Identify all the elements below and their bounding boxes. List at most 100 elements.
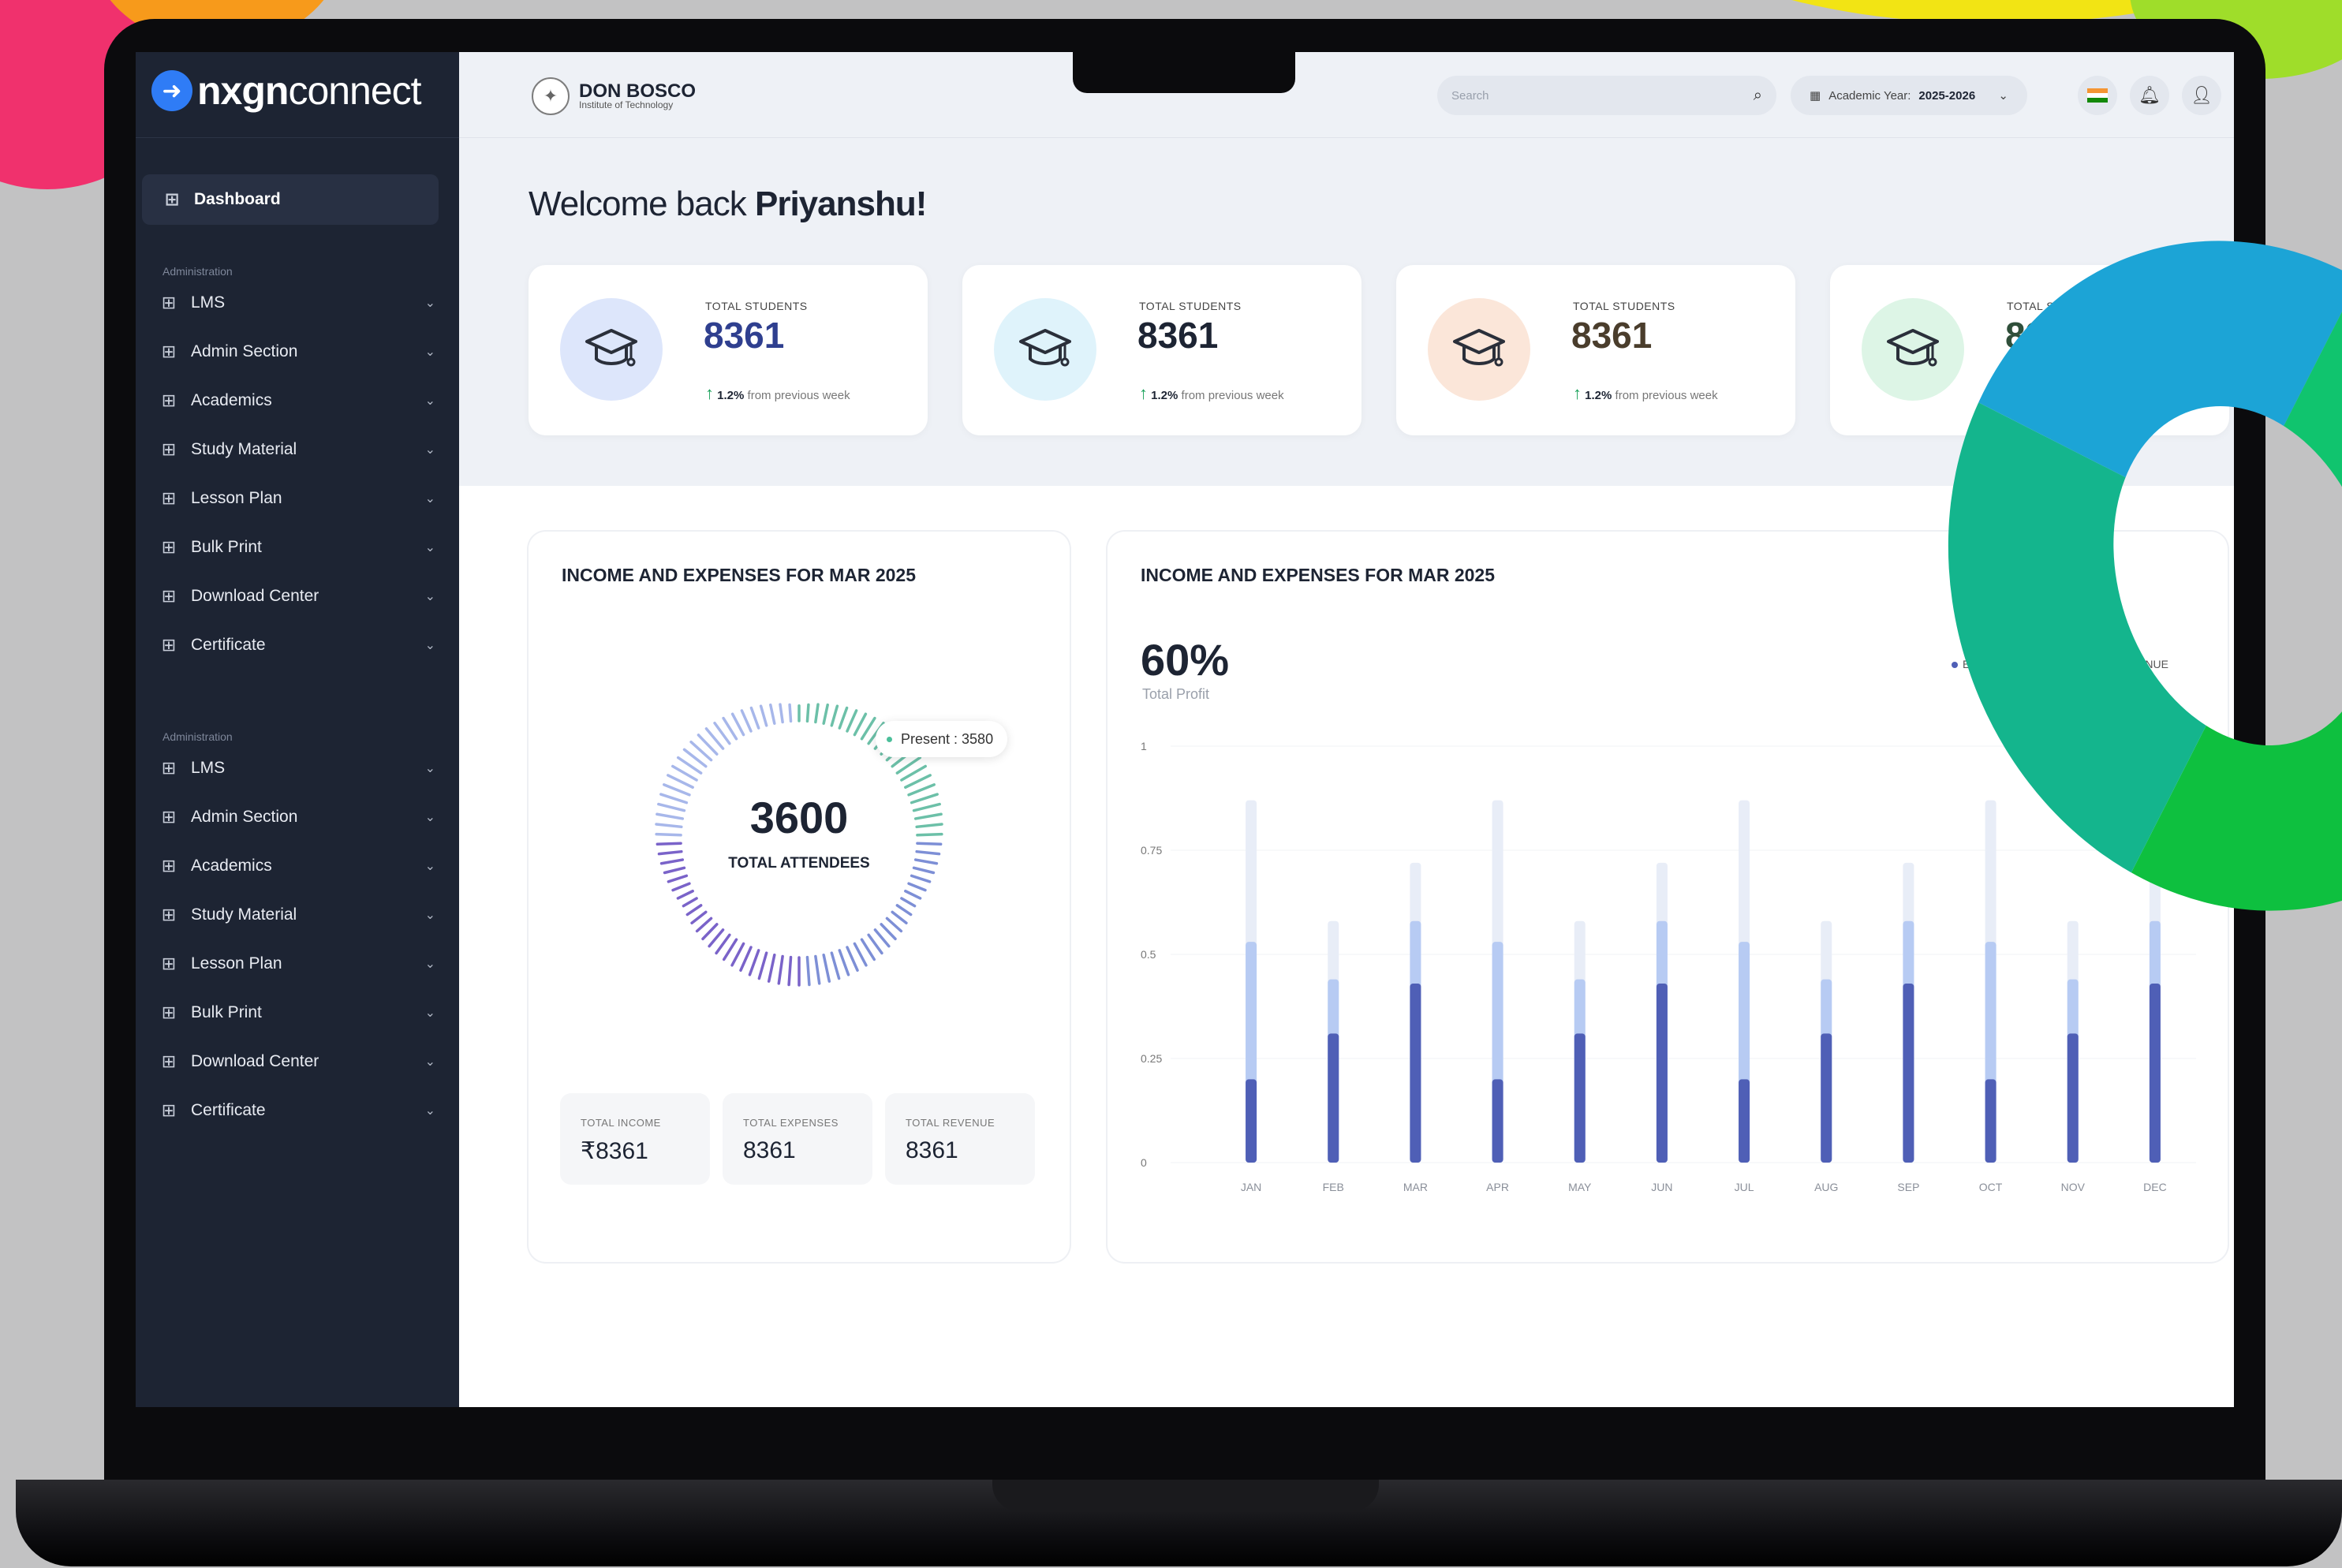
bar-segment-jun[interactable] [1656, 983, 1668, 1163]
gauge-tick [873, 928, 891, 948]
sidebar-item-study-material[interactable]: ⊞ Study Material ⌄ [159, 432, 435, 467]
graduation-cap-icon [994, 298, 1096, 401]
bar-segment-may[interactable] [1574, 1033, 1586, 1163]
notifications-button[interactable]: 🔔︎ [2130, 76, 2169, 115]
sidebar-item-download-center[interactable]: ⊞ Download Center ⌄ [159, 579, 435, 614]
summary-box: TOTAL EXPENSES 8361 [723, 1093, 872, 1185]
bar-segment-dec[interactable] [2149, 983, 2161, 1163]
gauge-tick [695, 917, 713, 933]
gauge-tick [891, 910, 908, 924]
sidebar-item-label: Bulk Print [191, 1003, 262, 1021]
gauge-tick [690, 910, 708, 924]
graduation-cap-icon [560, 298, 663, 401]
attendance-panel: INCOME AND EXPENSES FOR MAR 2025 3600 TO… [529, 532, 1070, 1262]
bar-segment-oct[interactable] [1985, 1079, 1996, 1163]
bar-segment-feb[interactable] [1328, 1033, 1339, 1163]
sidebar-item-academics[interactable]: ⊞ Academics ⌄ [159, 383, 435, 418]
gauge-tick [904, 890, 922, 900]
sidebar-item-dashboard[interactable]: ⊞ Dashboard [142, 174, 439, 225]
gauge-tick [814, 954, 821, 985]
chevron-down-icon: ⌄ [424, 811, 435, 824]
arrow-up-icon: ↑ [1573, 383, 1582, 403]
y-tick-label: 1 [1141, 740, 1147, 752]
x-tick-label: FEB [1323, 1181, 1344, 1193]
gauge-tick [895, 904, 913, 917]
gauge-tick [822, 703, 829, 726]
chevron-down-icon: ⌄ [1998, 89, 2008, 103]
stat-value: 8361 [704, 315, 785, 356]
sidebar-item-certificate[interactable]: ⊞ Certificate ⌄ [159, 628, 435, 663]
grid-icon: ⊞ [161, 758, 177, 778]
search-placeholder: Search [1451, 88, 1489, 103]
sidebar-item-study-material[interactable]: ⊞ Study Material ⌄ [159, 898, 435, 932]
stat-card-total-students[interactable]: TOTAL STUDENTS 8361 ↑ 1.2% from previous w… [962, 265, 1361, 435]
sidebar-item-certificate[interactable]: ⊞ Certificate ⌄ [159, 1093, 435, 1128]
bar-segment-aug[interactable] [1821, 1033, 1832, 1163]
sidebar-group-label: Administration [162, 730, 233, 743]
sidebar-item-label: Download Center [191, 1052, 319, 1070]
trend-percent: 1.2% [1151, 389, 1178, 402]
grid-icon: ⊞ [161, 1002, 177, 1022]
stat-trend: ↑ 1.2% from previous week [1139, 383, 1284, 404]
sidebar-item-lesson-plan[interactable]: ⊞ Lesson Plan ⌄ [159, 481, 435, 516]
institute-name: DON BOSCO [579, 80, 697, 102]
chevron-down-icon: ⌄ [424, 1055, 435, 1069]
sidebar-item-admin-section[interactable]: ⊞ Admin Section ⌄ [159, 800, 435, 834]
gauge-tick [853, 712, 868, 737]
stat-card-total-students[interactable]: TOTAL STUDENTS 8361 ↑ 1.2% from previous w… [529, 265, 928, 435]
app-logo[interactable]: ➜ nxgnconnect [151, 68, 422, 114]
sidebar-item-bulk-print[interactable]: ⊞ Bulk Print ⌄ [159, 530, 435, 565]
stat-label: TOTAL STUDENTS [1573, 300, 1675, 312]
x-tick-label: JUL [1735, 1181, 1754, 1193]
grid-icon: ⊞ [161, 537, 177, 557]
laptop-base-notch [992, 1480, 1379, 1511]
sidebar-item-lesson-plan[interactable]: ⊞ Lesson Plan ⌄ [159, 946, 435, 981]
camera-notch [1073, 52, 1295, 93]
bar-segment-apr[interactable] [1492, 1079, 1503, 1163]
gauge-tick [708, 928, 725, 948]
gauge-tick [715, 933, 731, 955]
bar-segment-nov[interactable] [2067, 1033, 2079, 1163]
bar-segment-jan[interactable] [1246, 1079, 1257, 1163]
sidebar-item-label: Academics [191, 857, 272, 875]
sidebar-item-label: LMS [191, 293, 226, 312]
x-tick-label: AUG [1814, 1181, 1838, 1193]
bar-segment-sep[interactable] [1903, 983, 1914, 1163]
bar-segment-jul[interactable] [1739, 1079, 1750, 1163]
search-icon[interactable]: ⌕ [1754, 87, 1762, 105]
search-input[interactable]: Search ⌕ [1437, 76, 1776, 115]
academic-year-select[interactable]: ▦ Academic Year: 2025-2026 ⌄ [1791, 76, 2027, 115]
profile-button[interactable]: 👤︎ [2182, 76, 2221, 115]
chevron-down-icon: ⌄ [424, 443, 435, 457]
main-content: ✦ DON BOSCO Institute of Technology Sear… [459, 52, 2234, 1407]
x-tick-label: MAY [1568, 1181, 1592, 1193]
sidebar-item-download-center[interactable]: ⊞ Download Center ⌄ [159, 1044, 435, 1079]
bell-icon: 🔔︎ [2138, 85, 2161, 105]
gauge-tick [671, 882, 691, 892]
x-tick-label: JUN [1651, 1181, 1672, 1193]
sidebar-item-admin-section[interactable]: ⊞ Admin Section ⌄ [159, 334, 435, 369]
grid-icon: ⊞ [161, 586, 177, 606]
gauge-tick [749, 706, 760, 730]
summary-box: TOTAL REVENUE 8361 [885, 1093, 1035, 1185]
stat-trend: ↑ 1.2% from previous week [1573, 383, 1718, 404]
language-flag-button[interactable] [2078, 76, 2117, 115]
gauge-tick [846, 946, 859, 973]
x-tick-label: NOV [2061, 1181, 2086, 1193]
gauge-tick [846, 709, 858, 733]
x-tick-label: APR [1486, 1181, 1509, 1193]
bar-segment-mar[interactable] [1410, 983, 1421, 1163]
sidebar-item-academics[interactable]: ⊞ Academics ⌄ [159, 849, 435, 883]
sidebar-item-bulk-print[interactable]: ⊞ Bulk Print ⌄ [159, 995, 435, 1030]
sidebar-item-lms[interactable]: ⊞ LMS ⌄ [159, 286, 435, 320]
user-name: Priyanshu! [754, 185, 927, 223]
gauge-tick [682, 897, 698, 908]
sidebar-group-label: Administration [162, 265, 233, 278]
sidebar-item-lms[interactable]: ⊞ LMS ⌄ [159, 751, 435, 786]
present-dot-icon [887, 737, 892, 742]
y-tick-label: 0.25 [1141, 1052, 1162, 1065]
stat-card-total-students[interactable]: TOTAL STUDENTS 8361 ↑ 1.2% from previous w… [1396, 265, 1795, 435]
calendar-icon: ▦ [1810, 89, 1821, 103]
welcome-heading: Welcome back Priyanshu! [529, 185, 927, 223]
chevron-down-icon: ⌄ [424, 909, 435, 922]
